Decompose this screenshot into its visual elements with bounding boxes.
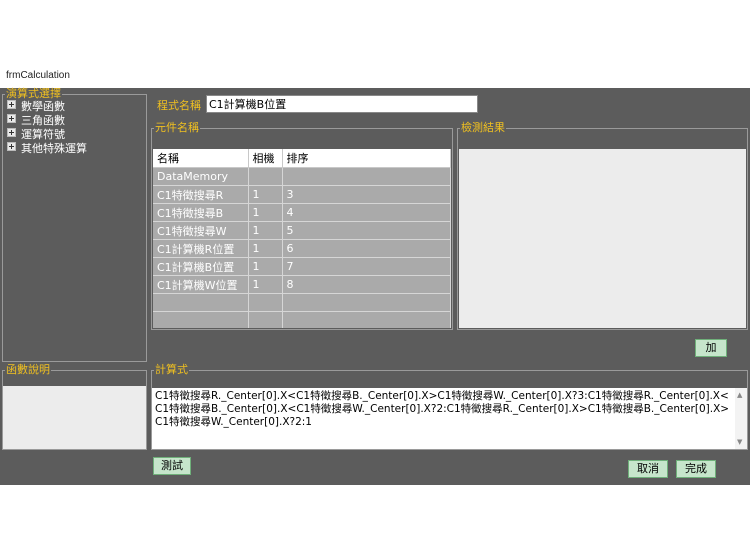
done-button[interactable]: 完成: [676, 460, 716, 478]
table-cell-name: [153, 293, 249, 312]
tree-item-label: 數學函數: [21, 100, 65, 113]
tree-item-label: 其他特殊運算: [21, 142, 87, 155]
tree-item-label: 三角函數: [21, 114, 65, 127]
table-row[interactable]: C1特徵搜尋B 1 4: [153, 203, 451, 222]
component-panel: 元件名稱 名稱 相機 排序 DataMemory C1特徵搜尋R 1 3 C1特徵搜尋B 1 4…: [151, 122, 453, 330]
function-description-legend: 函數說明: [6, 363, 50, 376]
table-cell-camera: 1: [248, 221, 283, 240]
plus-box-icon[interactable]: [7, 128, 16, 137]
tree-item[interactable]: 其他特殊運算: [3, 142, 146, 156]
tree-item[interactable]: 數學函數: [3, 100, 146, 114]
function-description-box: [3, 386, 146, 449]
table-cell-name: [153, 311, 249, 328]
window-title: frmCalculation: [6, 70, 70, 81]
test-button[interactable]: 測試: [153, 457, 191, 475]
table-cell-order: 8: [282, 275, 451, 294]
plus-box-icon[interactable]: [7, 114, 16, 123]
detection-result-panel: 檢測結果: [457, 122, 748, 330]
table-row[interactable]: C1計算機B位置 1 7: [153, 257, 451, 276]
detection-result-legend: 檢測結果: [461, 121, 505, 134]
table-row[interactable]: C1特徵搜尋W 1 5: [153, 221, 451, 240]
table-cell-order: [282, 167, 451, 186]
table-cell-order: 3: [282, 185, 451, 204]
table-row[interactable]: C1計算機W位置 1 8: [153, 275, 451, 294]
formula-panel: 計算式 C1特徵搜尋R._Center[0].X<C1特徵搜尋B._Center…: [151, 364, 748, 450]
table-row[interactable]: [153, 311, 451, 328]
component-table-header: 名稱 相機 排序: [153, 149, 451, 168]
formula-scrollbar[interactable]: ▲ ▼: [735, 388, 747, 449]
table-row[interactable]: C1計算機R位置 1 6: [153, 239, 451, 258]
table-row[interactable]: [153, 293, 451, 312]
plus-box-icon[interactable]: [7, 142, 16, 151]
component-legend: 元件名稱: [155, 121, 199, 134]
table-cell-camera: 1: [248, 203, 283, 222]
program-name-input[interactable]: [206, 95, 478, 113]
table-row[interactable]: DataMemory: [153, 167, 451, 186]
table-cell-name: C1特徵搜尋W: [153, 221, 249, 240]
table-cell-camera: [248, 311, 283, 328]
component-table: 名稱 相機 排序 DataMemory C1特徵搜尋R 1 3 C1特徵搜尋B 1 4 C1特徵搜…: [153, 149, 451, 328]
table-cell-order: 4: [282, 203, 451, 222]
table-cell-name: C1計算機R位置: [153, 239, 249, 258]
formula-textarea[interactable]: C1特徵搜尋R._Center[0].X<C1特徵搜尋B._Center[0].…: [152, 388, 747, 449]
table-cell-name: C1特徵搜尋R: [153, 185, 249, 204]
tree-item-label: 運算符號: [21, 128, 65, 141]
function-tree: 數學函數 三角函數 運算符號 其他特殊運算: [3, 100, 146, 156]
table-cell-camera: 1: [248, 239, 283, 258]
component-grid-wrap: 名稱 相機 排序 DataMemory C1特徵搜尋R 1 3 C1特徵搜尋B 1 4 C1特徵搜…: [153, 149, 451, 328]
chevron-down-icon[interactable]: ▼: [737, 438, 742, 446]
chevron-up-icon[interactable]: ▲: [737, 391, 742, 399]
tree-item[interactable]: 三角函數: [3, 114, 146, 128]
table-cell-camera: [248, 167, 283, 186]
function-description-panel: 函數說明: [2, 364, 147, 450]
function-select-panel: 演算式選擇 數學函數 三角函數 運算符號 其他特殊運算: [2, 88, 147, 362]
table-cell-order: [282, 293, 451, 312]
cancel-button[interactable]: 取消: [628, 460, 668, 478]
table-cell-name: C1計算機B位置: [153, 257, 249, 276]
tree-item[interactable]: 運算符號: [3, 128, 146, 142]
plus-box-icon[interactable]: [7, 100, 16, 109]
add-button[interactable]: 加: [695, 339, 727, 357]
table-cell-camera: 1: [248, 275, 283, 294]
column-header[interactable]: 排序: [282, 149, 451, 168]
table-cell-camera: [248, 293, 283, 312]
table-cell-name: C1特徵搜尋B: [153, 203, 249, 222]
formula-legend: 計算式: [155, 363, 188, 376]
column-header[interactable]: 相機: [248, 149, 283, 168]
program-name-label: 程式名稱: [157, 99, 201, 112]
formula-text: C1特徵搜尋R._Center[0].X<C1特徵搜尋B._Center[0].…: [155, 390, 730, 428]
table-cell-order: 6: [282, 239, 451, 258]
form-body: 演算式選擇 數學函數三角函數運算符號其他特殊運算 函數說明 程式名稱 元件名稱 …: [0, 88, 750, 485]
table-cell-order: 7: [282, 257, 451, 276]
table-cell-order: 5: [282, 221, 451, 240]
column-header[interactable]: 名稱: [153, 149, 249, 168]
table-cell-name: C1計算機W位置: [153, 275, 249, 294]
table-cell-name: DataMemory: [153, 167, 249, 186]
table-cell-camera: 1: [248, 257, 283, 276]
detection-result-box: [459, 149, 746, 328]
table-cell-order: [282, 311, 451, 328]
function-select-legend: 演算式選擇: [6, 87, 61, 100]
table-row[interactable]: C1特徵搜尋R 1 3: [153, 185, 451, 204]
table-cell-camera: 1: [248, 185, 283, 204]
